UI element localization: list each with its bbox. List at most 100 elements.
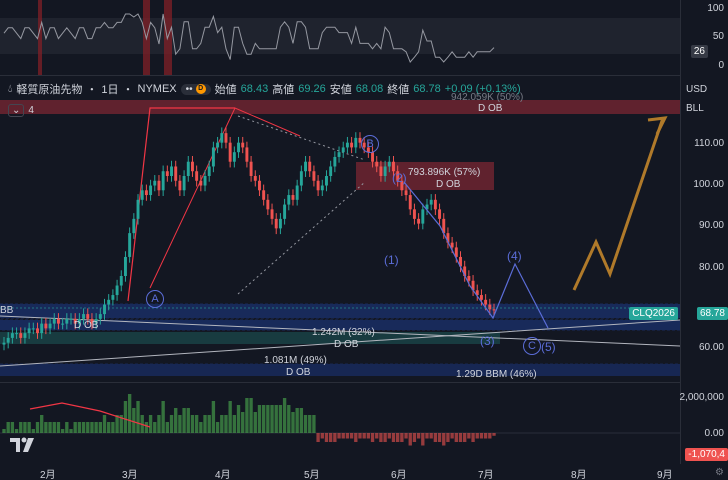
volume-bar — [94, 422, 98, 433]
volume-bar — [27, 422, 31, 433]
volume-bar — [186, 408, 190, 433]
candle-body — [203, 176, 207, 186]
candle-body — [287, 195, 291, 205]
wave-label-c: C — [523, 337, 541, 355]
volume-bar — [345, 433, 350, 439]
candle-body — [295, 185, 299, 200]
volume-bar — [127, 394, 132, 433]
volume-bar — [396, 433, 400, 442]
volume-bar — [425, 433, 429, 439]
close-value: 68.78 — [413, 83, 441, 95]
volume-bar — [354, 433, 358, 442]
volume-bar — [312, 415, 316, 433]
time-axis[interactable]: 2月 3月 4月 5月 6月 7月 8月 9月 — [0, 464, 680, 480]
ob-low3-volume-tail: M (46%) — [498, 369, 537, 380]
open-value: 68.43 — [240, 83, 269, 95]
volume-bar — [107, 422, 111, 433]
candle-body — [488, 304, 492, 310]
symbol-legend[interactable]: 💧︎ 軽質原油先物 ・ 1日 ・ NYMEX •• D 始値 68.43 高値 69… — [8, 81, 521, 97]
candle-body — [345, 142, 349, 148]
volume-bar — [65, 422, 69, 433]
volume-bar — [123, 401, 128, 433]
volume-bar — [23, 422, 27, 433]
candle-body — [178, 180, 182, 191]
order-block-low3 — [0, 363, 680, 376]
candle-body — [379, 166, 383, 176]
rsi-tick-100: 100 — [707, 3, 724, 14]
volume-bar — [161, 401, 165, 433]
volume-bar — [274, 405, 278, 433]
volume-bar — [40, 415, 44, 433]
volume-bar — [199, 422, 203, 433]
time-label-mar: 3月 — [122, 470, 138, 480]
volume-bar — [458, 433, 463, 442]
support-zone — [0, 332, 500, 344]
unit-label[interactable]: BLL — [686, 103, 704, 114]
volume-bar — [442, 433, 446, 446]
volume-bar — [178, 415, 182, 433]
candle-body — [182, 176, 186, 191]
volume-bar — [241, 412, 245, 433]
time-label-may: 5月 — [304, 470, 320, 480]
candle-body — [270, 209, 274, 219]
time-label-aug: 8月 — [571, 470, 587, 480]
volume-bar — [2, 429, 6, 433]
volume-bar — [333, 433, 337, 442]
candle-body — [123, 256, 127, 276]
candle-body — [165, 171, 169, 176]
candle-body — [333, 156, 337, 167]
current-price-tag: 68.78 — [696, 307, 728, 320]
volume-bar — [228, 401, 232, 433]
volume-bar — [341, 433, 345, 439]
symbol-interval[interactable]: 1日 — [101, 81, 118, 97]
volume-bar — [165, 422, 170, 433]
triangle-bottom — [237, 181, 366, 295]
volume-bar — [232, 415, 237, 433]
volume-bar — [408, 433, 412, 446]
volume-bar — [437, 433, 442, 442]
volume-bar — [10, 422, 15, 433]
candle-body — [387, 161, 391, 167]
price-tick-80: 80.00 — [698, 262, 724, 273]
divergence-line — [29, 402, 151, 428]
rsi-pane[interactable] — [0, 0, 680, 75]
close-label: 終値 — [387, 84, 410, 96]
candle-body — [199, 180, 203, 186]
settings-icon[interactable]: ⚙ — [715, 467, 724, 478]
wave-label-1: (1) — [384, 253, 399, 267]
candle-body — [308, 161, 312, 172]
candle-body — [52, 318, 56, 324]
volume-bar — [471, 433, 475, 442]
wave-label-3: (3) — [480, 334, 495, 348]
open-label: 始値 — [214, 84, 237, 96]
price-tick-60: 60.00 — [698, 342, 724, 353]
candle-body — [111, 295, 115, 300]
market-status-badge[interactable]: •• D — [180, 83, 211, 95]
volume-bar — [308, 415, 312, 433]
chevron-down-icon[interactable]: ⌄ — [8, 104, 25, 117]
candle-body — [262, 190, 266, 200]
candle-body — [283, 204, 287, 219]
volume-bar — [492, 433, 496, 436]
volume-bar — [282, 398, 287, 433]
volume-bar — [412, 433, 417, 442]
volume-pane[interactable] — [0, 383, 680, 463]
chart-root[interactable]: 💧︎ 軽質原油先物 ・ 1日 ・ NYMEX •• D 始値 68.43 高値 69… — [0, 0, 728, 480]
price-scale[interactable]: 100 50 26 0 USD BLL 110.00 100.00 90.00 … — [680, 0, 728, 464]
candle-body — [291, 195, 295, 200]
tradingview-logo-icon[interactable] — [10, 436, 40, 454]
candle-body — [412, 209, 416, 219]
indicator-toggle[interactable]: ⌄ 4 — [8, 104, 34, 117]
candle-body — [492, 309, 496, 311]
candle-body — [421, 209, 425, 224]
volume-bar — [98, 422, 102, 433]
rsi-tick-0: 0 — [718, 60, 724, 71]
candle-body — [408, 195, 412, 210]
candle-body — [228, 142, 232, 162]
ob-top-type: D OB — [478, 103, 503, 114]
volume-bar — [295, 408, 299, 433]
candle-body — [253, 176, 257, 181]
volume-bar — [450, 433, 454, 439]
currency-label[interactable]: USD — [686, 84, 707, 95]
symbol-name[interactable]: 軽質原油先物 — [16, 81, 82, 97]
